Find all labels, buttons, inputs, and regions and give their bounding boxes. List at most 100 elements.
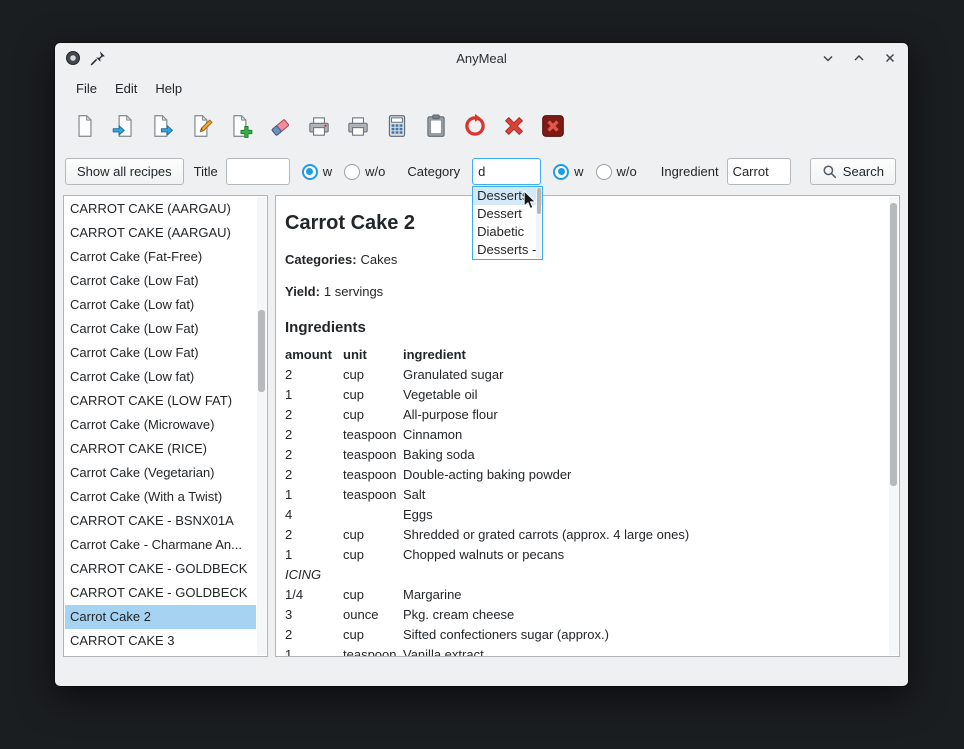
printer-icon	[345, 113, 371, 139]
search-button[interactable]: Search	[810, 158, 896, 185]
recipe-list-scrollbar-thumb[interactable]	[258, 310, 265, 392]
menu-item[interactable]: Edit	[106, 77, 146, 100]
recipe-list-item[interactable]: Carrot Cake (Microwave)	[65, 413, 256, 437]
print-preview-button[interactable]	[303, 109, 335, 143]
recipe-list-item[interactable]: CARROT CAKE 3	[65, 629, 256, 653]
ingredient-filter-label: Ingredient	[661, 164, 719, 179]
ingredient-amount: 1/4	[285, 585, 343, 605]
category-without-radio[interactable]: w/o	[596, 164, 637, 180]
recipe-list-item[interactable]: CARROT CAKE - BSNX01A	[65, 509, 256, 533]
clipboard-button[interactable]	[420, 109, 452, 143]
maximize-button[interactable]	[851, 50, 867, 66]
categories-value: Cakes	[361, 252, 398, 267]
new-database-icon	[72, 113, 98, 139]
ingredients-header-row: amount unit ingredient	[285, 345, 877, 365]
category-dropdown-item[interactable]: Desserts -	[473, 241, 542, 259]
print-button[interactable]	[342, 109, 374, 143]
pin-icon[interactable]	[90, 50, 106, 66]
title-with-radio[interactable]: w	[302, 164, 332, 180]
recipe-list-item[interactable]: CARROT CAKE (AARGAU)	[65, 221, 256, 245]
new-database-button[interactable]	[69, 109, 101, 143]
eraser-icon	[267, 113, 293, 139]
ingredient-name: Shredded or grated carrots (approx. 4 la…	[403, 525, 877, 545]
recipe-list-item[interactable]: Carrot Cake - Charmane An...	[65, 533, 256, 557]
category-filter-input[interactable]	[472, 158, 541, 185]
show-all-recipes-button[interactable]: Show all recipes	[65, 158, 184, 185]
show-all-recipes-label: Show all recipes	[77, 164, 172, 179]
title-without-radio[interactable]: w/o	[344, 164, 385, 180]
recipe-list-scrollbar[interactable]	[257, 197, 266, 655]
ingredient-unit: teaspoon	[343, 425, 403, 445]
recipe-list-item[interactable]: Carrot Cake (Low fat)	[65, 365, 256, 389]
sync-icon	[462, 113, 488, 139]
import-recipes-button[interactable]	[108, 109, 140, 143]
title-with-label: w	[323, 164, 332, 179]
ingredient-name: Cinnamon	[403, 425, 877, 445]
recipe-list-item[interactable]: CARROT CAKE - GOLDBECK	[65, 557, 256, 581]
recipe-list-item[interactable]: Carrot Cake (Fat-Free)	[65, 245, 256, 269]
edit-recipe-icon	[189, 113, 215, 139]
ingredient-name: Margarine	[403, 585, 877, 605]
chevron-up-icon	[851, 50, 867, 66]
ingredient-row: 1 teaspoon Salt	[285, 485, 877, 505]
edit-recipe-button[interactable]	[186, 109, 218, 143]
recipe-list-item[interactable]: Carrot Cake (Low Fat)	[65, 269, 256, 293]
ingredient-name: Vanilla extract	[403, 645, 877, 657]
ingredient-amount: 4	[285, 505, 343, 525]
delete-recipe-button[interactable]	[264, 109, 296, 143]
menu-item[interactable]: Help	[146, 77, 191, 100]
export-recipes-button[interactable]	[147, 109, 179, 143]
quit-button[interactable]	[537, 109, 569, 143]
ingredient-unit: cup	[343, 525, 403, 545]
title-filter-input[interactable]	[226, 158, 290, 185]
content-area: CARROT CAKE (AARGAU)CARROT CAKE (AARGAU)…	[55, 195, 908, 657]
ingredient-unit: cup	[343, 625, 403, 645]
ingredient-name: All-purpose flour	[403, 405, 877, 425]
recipe-detail-scrollbar-thumb[interactable]	[890, 203, 897, 486]
delete-button[interactable]	[498, 109, 530, 143]
category-dropdown-item[interactable]: Diabetic	[473, 223, 542, 241]
recipe-list-item[interactable]: Carrot Cake (Vegetarian)	[65, 461, 256, 485]
mouse-cursor-icon	[523, 190, 538, 211]
close-button[interactable]	[882, 50, 898, 66]
category-with-radio[interactable]: w	[553, 164, 583, 180]
recipe-list-item[interactable]: CARROT CAKE (AARGAU)	[65, 197, 256, 221]
recipe-detail-scrollbar[interactable]	[889, 197, 898, 655]
ingredient-unit: teaspoon	[343, 485, 403, 505]
ingredient-filter-input[interactable]	[727, 158, 791, 185]
recipe-title: Carrot Cake 2	[285, 212, 877, 235]
ingredient-name: Sifted confectioners sugar (approx.)	[403, 625, 877, 645]
ingredients-rows: 2 cup Granulated sugar 1 cup Vegetable o…	[285, 365, 877, 657]
category-filter-label: Category	[407, 164, 460, 179]
radio-dot	[302, 164, 318, 180]
app-icon	[65, 50, 81, 66]
new-recipe-button[interactable]	[225, 109, 257, 143]
ingredient-name: Double-acting baking powder	[403, 465, 877, 485]
recipe-list-item[interactable]: Carrot Cake (Low Fat)	[65, 317, 256, 341]
ingredient-name: Pkg. cream cheese	[403, 605, 877, 625]
calculator-button[interactable]	[381, 109, 413, 143]
ingredient-name: Granulated sugar	[403, 365, 877, 385]
recipe-list-item[interactable]: CARROT CAKE (RICE)	[65, 437, 256, 461]
ingredient-row: 2 cup All-purpose flour	[285, 405, 877, 425]
close-icon	[882, 50, 898, 66]
recipe-list-item[interactable]: Carrot Cake (Low Fat)	[65, 341, 256, 365]
quit-icon	[540, 113, 566, 139]
recipe-list-item[interactable]: Carrot Cake (With a Twist)	[65, 485, 256, 509]
toolbar	[55, 103, 908, 148]
ingredient-row: ICING	[285, 565, 877, 585]
ingredient-unit: teaspoon	[343, 445, 403, 465]
ingredient-amount: 2	[285, 365, 343, 385]
recipe-list-item[interactable]: CARROT CAKE - GOLDBECK	[65, 581, 256, 605]
sync-database-button[interactable]	[459, 109, 491, 143]
menu-item[interactable]: File	[67, 77, 106, 100]
recipe-detail-panel: Carrot Cake 2 Categories:Cakes Yield:1 s…	[275, 195, 900, 657]
recipe-list-item[interactable]: CARROT CAKE (LOW FAT)	[65, 389, 256, 413]
recipe-list-panel: CARROT CAKE (AARGAU)CARROT CAKE (AARGAU)…	[63, 195, 268, 657]
recipe-list-item[interactable]: Carrot Cake (Low fat)	[65, 293, 256, 317]
ingredient-amount: 3	[285, 605, 343, 625]
minimize-button[interactable]	[820, 50, 836, 66]
ingredients-heading: Ingredients	[285, 319, 877, 336]
ingredient-amount: 1	[285, 645, 343, 657]
recipe-list-item[interactable]: Carrot Cake 2	[65, 605, 256, 629]
